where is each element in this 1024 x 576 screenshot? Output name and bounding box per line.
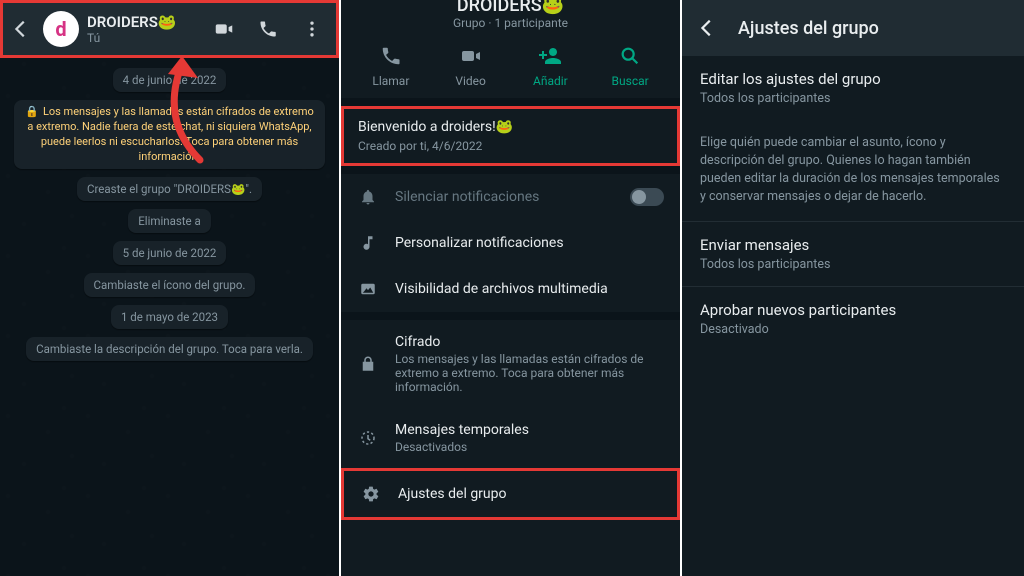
system-message[interactable]: Cambiaste la descripción del grupo. Toca…: [26, 337, 313, 361]
group-info-panel: DROIDERS🐸 Grupo · 1 participante Llamar …: [341, 0, 682, 576]
avatar-letter: d: [55, 17, 66, 41]
section-divider: [341, 166, 680, 174]
menu-label: Visibilidad de archivos multimedia: [395, 281, 664, 297]
chat-header[interactable]: d DROIDERS🐸 Tú: [0, 0, 339, 58]
mute-toggle[interactable]: [630, 188, 664, 206]
menu-mute[interactable]: Silenciar notificaciones: [341, 174, 680, 220]
setting-send-messages[interactable]: Enviar mensajes Todos los participantes: [682, 222, 1024, 286]
menu-label: Personalizar notificaciones: [395, 235, 664, 251]
system-message: Creaste el grupo "DROIDERS🐸".: [77, 177, 262, 201]
setting-title: Editar los ajustes del grupo: [700, 70, 1006, 88]
group-action-row: Llamar Video Añadir Buscar: [341, 30, 680, 98]
call-icon: [379, 44, 403, 68]
group-description-title: Bienvenido a droiders!🐸: [358, 119, 663, 135]
videocall-icon[interactable]: [210, 15, 238, 43]
section-divider: [341, 98, 680, 106]
chat-panel: d DROIDERS🐸 Tú 4 de junio de 2022 🔒Los m…: [0, 0, 341, 576]
chat-body: 4 de junio de 2022 🔒Los mensajes y las l…: [0, 58, 339, 371]
group-menu: Silenciar notificaciones Personalizar no…: [341, 174, 680, 520]
image-icon: [357, 280, 379, 298]
menu-label: Cifrado: [395, 334, 440, 350]
search-icon: [618, 44, 642, 68]
group-settings-panel: Ajustes del grupo Editar los ajustes del…: [682, 0, 1024, 576]
action-search[interactable]: Buscar: [598, 44, 662, 88]
setting-sub: Desactivado: [700, 322, 1006, 337]
group-description-sub: Creado por ti, 4/6/2022: [358, 139, 663, 153]
chat-title: DROIDERS🐸: [87, 13, 202, 31]
action-add[interactable]: Añadir: [518, 44, 582, 88]
setting-edit-group[interactable]: Editar los ajustes del grupo Todos los p…: [682, 56, 1024, 120]
date-pill: 5 de junio de 2022: [113, 241, 227, 265]
menu-group-settings[interactable]: Ajustes del grupo: [341, 468, 680, 520]
group-header: DROIDERS🐸 Grupo · 1 participante: [341, 0, 680, 30]
timer-icon: [357, 429, 379, 447]
menu-media-visibility[interactable]: Visibilidad de archivos multimedia: [341, 266, 680, 312]
system-message: Eliminaste a: [128, 209, 211, 233]
section-divider: [341, 312, 680, 320]
encryption-text: Los mensajes y las llamadas están cifrad…: [27, 105, 313, 163]
settings-header: Ajustes del grupo: [682, 0, 1024, 56]
chat-subtitle: Tú: [87, 31, 202, 45]
menu-sublabel: Los mensajes y las llamadas están cifrad…: [395, 352, 664, 394]
lock-icon: [357, 355, 379, 373]
add-person-icon: [538, 44, 562, 68]
header-actions: [210, 15, 330, 43]
menu-custom-notifications[interactable]: Personalizar notificaciones: [341, 220, 680, 266]
action-label: Buscar: [612, 74, 649, 88]
encryption-notice[interactable]: 🔒Los mensajes y las llamadas están cifra…: [14, 100, 324, 169]
menu-label: Ajustes del grupo: [398, 486, 661, 502]
settings-title: Ajustes del grupo: [738, 18, 879, 39]
menu-disappearing[interactable]: Mensajes temporales Desactivados: [341, 408, 680, 468]
setting-approve-participants[interactable]: Aprobar nuevos participantes Desactivado: [682, 287, 1024, 351]
video-icon: [459, 44, 483, 68]
menu-label: Silenciar notificaciones: [395, 189, 539, 205]
setting-sub: Todos los participantes: [700, 91, 1006, 106]
chat-title-block[interactable]: DROIDERS🐸 Tú: [87, 13, 202, 45]
group-description[interactable]: Bienvenido a droiders!🐸 Creado por ti, 4…: [341, 106, 680, 166]
gear-icon: [360, 485, 382, 503]
action-video[interactable]: Video: [439, 44, 503, 88]
setting-title: Enviar mensajes: [700, 236, 1006, 254]
call-icon[interactable]: [254, 15, 282, 43]
setting-info: Elige quién puede cambiar el asunto, íco…: [682, 120, 1024, 221]
system-message: Cambiaste el ícono del grupo.: [84, 273, 256, 297]
menu-sublabel: Desactivados: [395, 440, 664, 454]
setting-sub: Todos los participantes: [700, 257, 1006, 272]
action-label: Añadir: [533, 74, 568, 88]
bell-icon: [357, 188, 379, 206]
action-label: Llamar: [372, 74, 409, 88]
menu-encryption[interactable]: Cifrado Los mensajes y las llamadas está…: [341, 320, 680, 408]
avatar[interactable]: d: [43, 11, 79, 47]
back-arrow-icon[interactable]: [696, 17, 718, 39]
action-call[interactable]: Llamar: [359, 44, 423, 88]
back-arrow-icon[interactable]: [7, 15, 35, 43]
date-pill: 1 de mayo de 2023: [111, 305, 228, 329]
group-subtitle: Grupo · 1 participante: [453, 16, 568, 30]
group-title: DROIDERS🐸: [457, 0, 564, 16]
music-note-icon: [357, 234, 379, 252]
date-pill: 4 de junio de 2022: [113, 68, 227, 92]
lock-icon: 🔒: [25, 105, 39, 120]
more-icon[interactable]: [298, 15, 326, 43]
setting-title: Aprobar nuevos participantes: [700, 301, 1006, 319]
action-label: Video: [455, 74, 486, 88]
menu-label: Mensajes temporales: [395, 422, 529, 438]
